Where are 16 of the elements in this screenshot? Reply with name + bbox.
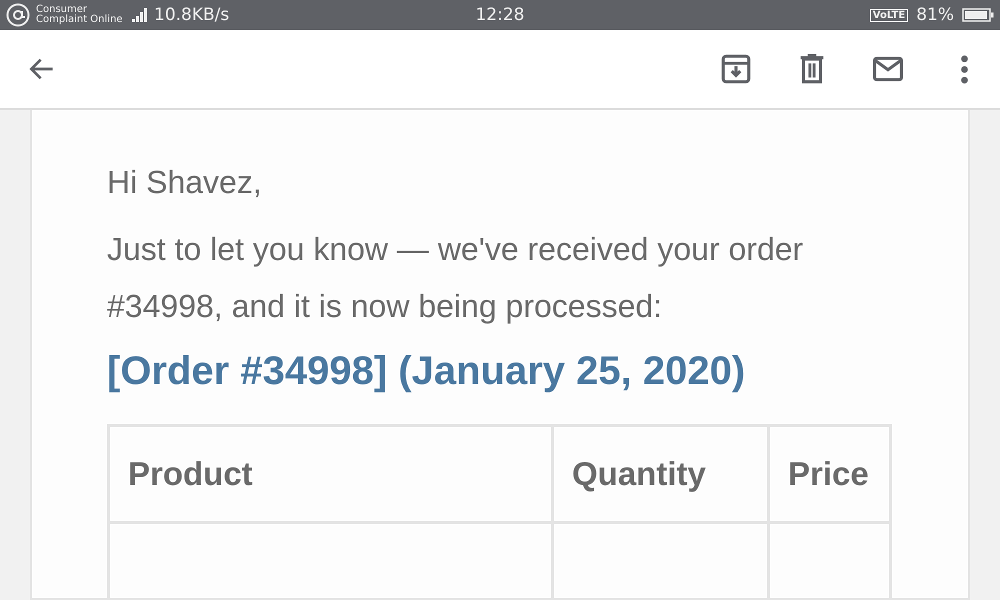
greeting-text: Hi Shavez, [107,163,263,202]
signal-icon [132,8,148,22]
order-heading: [Order #34998] (January 25, 2020) [107,349,746,394]
battery-percent: 81% [916,5,954,25]
network-speed: 10.8KB/s [154,5,230,25]
message-text: Just to let you know — we've received your order #34998, and it is now being processed: [107,230,804,326]
volte-badge: VoLTE [870,8,908,22]
column-header: Price [768,426,890,522]
more-icon [960,54,968,84]
archive-icon [719,52,753,86]
battery-icon [962,8,994,22]
column-header: Quantity [552,426,768,522]
app-icon [6,3,30,27]
column-header: Product [108,426,552,522]
clock: 12:28 [474,5,526,25]
notification-text: Consumer Complaint Online [36,5,124,25]
